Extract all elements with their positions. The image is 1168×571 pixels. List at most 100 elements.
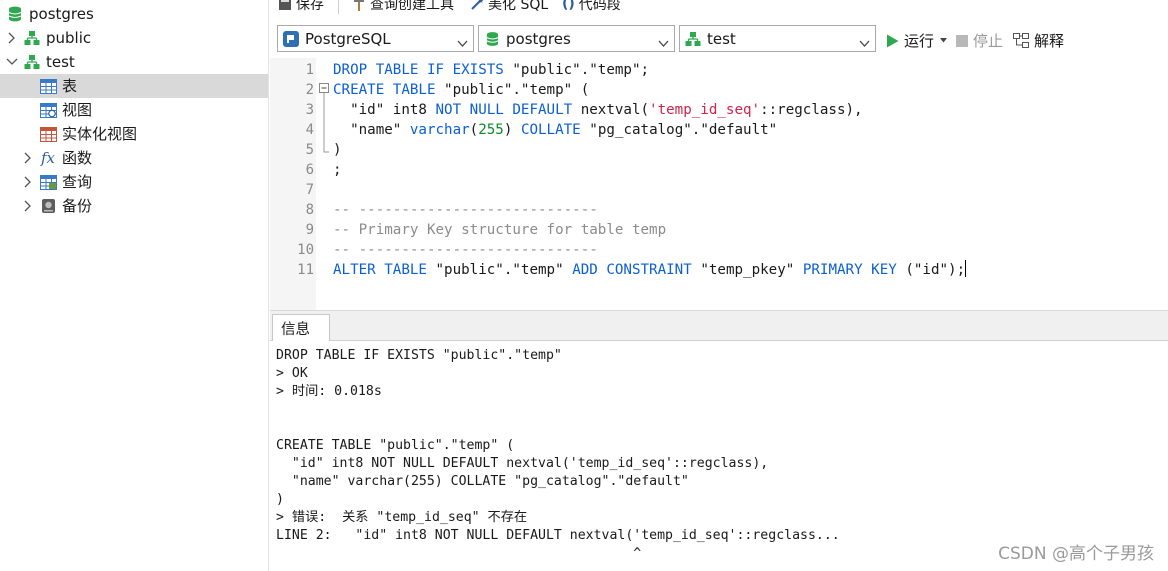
- code-token: ALTER TABLE: [333, 262, 427, 278]
- code-token: varchar: [409, 122, 470, 138]
- explain-button[interactable]: 解释: [1013, 30, 1064, 51]
- tree-item-test-schema[interactable]: test: [0, 50, 268, 74]
- beautify-sql-button[interactable]: 美化 SQL: [470, 0, 548, 14]
- database-select[interactable]: postgres: [478, 25, 675, 52]
- tree-item-functions[interactable]: fx 函数: [0, 146, 268, 170]
- function-icon: fx: [40, 149, 55, 167]
- code-token: "public"."temp": [426, 262, 573, 278]
- tree-item-queries[interactable]: 查询: [0, 170, 268, 194]
- line-number: 6: [305, 162, 314, 178]
- code-line: "id" int8 NOT NULL DEFAULT nextval('temp…: [333, 100, 863, 120]
- code-snippet-label: 代码段: [578, 0, 621, 13]
- tab-messages-label: 信息: [281, 321, 310, 338]
- code-token: nextval(: [572, 102, 650, 118]
- query-icon: [39, 173, 57, 191]
- materialized-view-icon: [39, 125, 57, 143]
- tree-item-views[interactable]: 视图: [0, 98, 268, 122]
- schema-icon: [23, 53, 41, 71]
- code-token: "id" int8: [333, 102, 436, 118]
- query-builder-label: 查询创建工具: [370, 0, 454, 13]
- tree-item-label: postgres: [29, 5, 94, 23]
- code-line: ;: [333, 160, 342, 180]
- stop-label: 停止: [973, 32, 1004, 50]
- code-token: -- Primary Key structure for table temp: [333, 222, 667, 238]
- tree-item-backups[interactable]: 备份: [0, 194, 268, 218]
- code-token: ;: [333, 162, 342, 178]
- query-builder-button[interactable]: 查询创建工具: [352, 0, 454, 14]
- panel-tab-bar: 信息: [270, 311, 1168, 341]
- object-tree-sidebar: postgres public test 表 视图 实体化视图 fx 函数 查询…: [0, 0, 269, 571]
- tree-item-label: 备份: [62, 197, 93, 215]
- hammer-icon: [352, 0, 366, 11]
- code-line: -- ----------------------------: [333, 200, 598, 220]
- schema-value: test: [707, 29, 736, 48]
- tree-item-label: 查询: [62, 173, 93, 191]
- database-icon: [6, 5, 24, 23]
- watermark-text: CSDN @高个子男孩: [998, 544, 1154, 564]
- code-token: CREATE TABLE: [333, 82, 436, 98]
- chevron-down-icon: [859, 34, 870, 52]
- save-icon: [278, 0, 292, 11]
- code-token: PRIMARY KEY: [802, 262, 897, 278]
- code-token: 'temp_id_seq': [649, 102, 761, 118]
- stop-button[interactable]: 停止: [956, 30, 1003, 51]
- code-token: "public"."temp" (: [435, 82, 590, 98]
- code-token: ): [503, 122, 521, 138]
- code-token: DROP TABLE IF EXISTS: [333, 62, 504, 78]
- code-line: DROP TABLE IF EXISTS "public"."temp";: [333, 60, 649, 80]
- chevron-down-icon[interactable]: [5, 55, 19, 69]
- run-button[interactable]: 运行: [886, 30, 948, 51]
- chevron-right-icon[interactable]: [21, 151, 35, 165]
- code-line: ): [333, 140, 342, 160]
- chevron-down-icon: [457, 34, 468, 52]
- code-token: "pg_catalog"."default": [580, 122, 778, 138]
- run-label: 运行: [904, 32, 935, 50]
- message-line: CREATE TABLE "public"."temp" (: [276, 438, 515, 453]
- tree-item-public-schema[interactable]: public: [0, 26, 268, 50]
- code-line: ALTER TABLE "public"."temp" ADD CONSTRAI…: [333, 260, 967, 280]
- line-number: 1: [305, 62, 314, 78]
- code-line: CREATE TABLE "public"."temp" (: [333, 80, 589, 100]
- tree-item-materialized-views[interactable]: 实体化视图: [0, 122, 268, 146]
- code-snippet-button[interactable]: () 代码段: [562, 0, 621, 14]
- magic-wand-icon: [470, 0, 484, 11]
- connection-value: PostgreSQL: [305, 29, 391, 48]
- dropdown-caret-icon[interactable]: [940, 38, 948, 43]
- fold-collapse-icon: [319, 83, 329, 93]
- text-caret: [965, 260, 967, 277]
- chevron-right-icon[interactable]: [5, 31, 19, 45]
- code-token: "public"."temp";: [503, 62, 650, 78]
- stop-icon: [956, 34, 968, 47]
- fold-gutter: [316, 58, 332, 310]
- code-token: "name": [333, 122, 410, 138]
- schema-select[interactable]: test: [679, 25, 876, 52]
- message-line: "name" varchar(255) COLLATE "pg_catalog"…: [276, 474, 689, 489]
- line-number: 2: [305, 82, 314, 98]
- message-line: > 错误: 关系 "temp_id_seq" 不存在: [276, 510, 528, 525]
- beautify-sql-label: 美化 SQL: [488, 0, 549, 13]
- sql-editor[interactable]: 1 2 3 4 5 6 7 8 9 10 11 DROP TABLE IF EXISTS "publ…: [270, 58, 1168, 310]
- code-token: ADD CONSTRAINT: [572, 262, 692, 278]
- code-token: 255: [478, 122, 504, 138]
- chevron-right-icon[interactable]: [21, 175, 35, 189]
- line-number: 5: [305, 142, 314, 158]
- message-line: "id" int8 NOT NULL DEFAULT nextval('temp…: [276, 456, 769, 471]
- message-line: > OK: [276, 366, 308, 381]
- save-button[interactable]: 保存: [278, 0, 324, 14]
- query-toolbar: 保存 查询创建工具 美化 SQL () 代码段: [270, 0, 1168, 14]
- connection-select[interactable]: PostgreSQL: [277, 25, 474, 52]
- tab-messages[interactable]: 信息: [272, 314, 330, 341]
- tree-item-tables[interactable]: 表: [0, 74, 268, 98]
- database-icon: [483, 30, 501, 48]
- code-token: ::regclass),: [760, 102, 863, 118]
- code-token: "temp_pkey": [691, 262, 803, 278]
- chevron-right-icon[interactable]: [21, 199, 35, 213]
- tree-item-postgres-db[interactable]: postgres: [0, 2, 268, 26]
- line-number: 7: [305, 182, 314, 198]
- line-number: 11: [297, 262, 314, 278]
- message-line: ): [276, 492, 284, 507]
- tree-item-label: test: [46, 53, 75, 71]
- view-icon: [39, 101, 57, 119]
- message-line: ^: [276, 546, 642, 561]
- code-token: COLLATE: [520, 122, 581, 138]
